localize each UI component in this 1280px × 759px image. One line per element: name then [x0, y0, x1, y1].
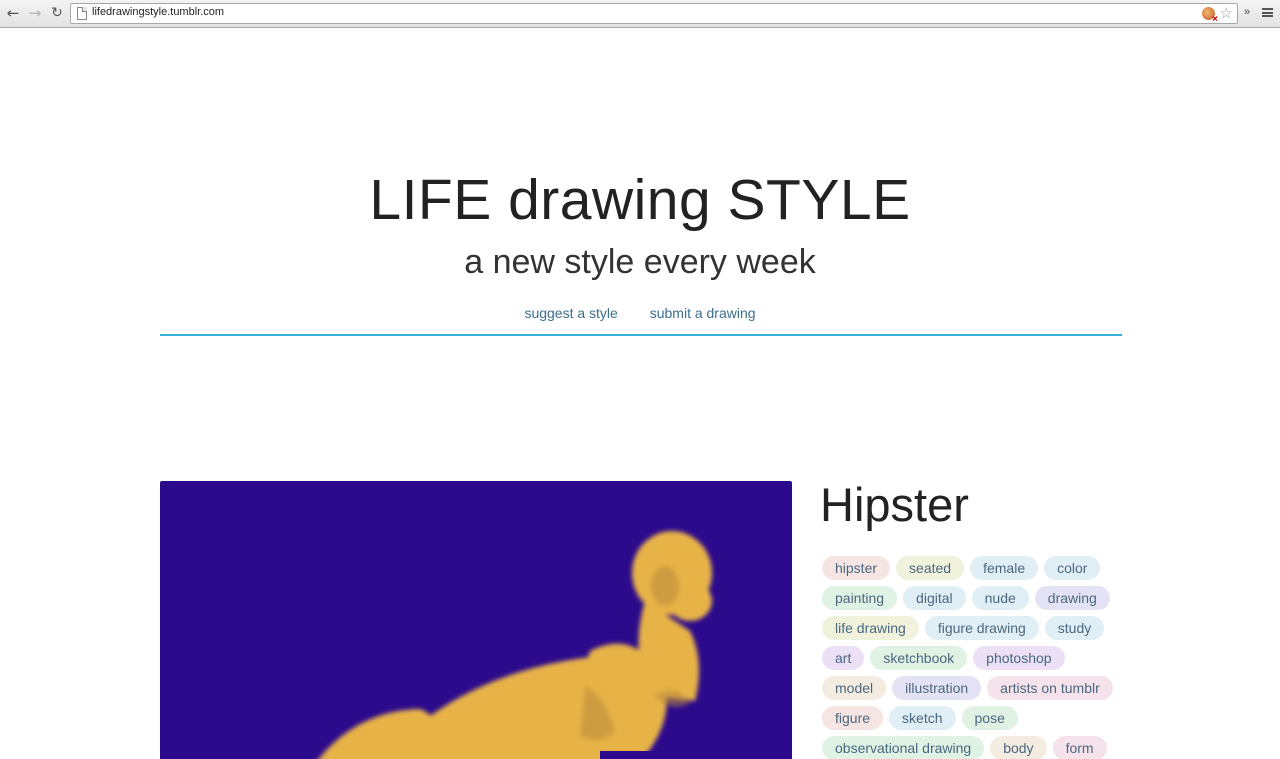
tag-illustration[interactable]: illustration	[892, 676, 982, 700]
site-subtitle: a new style every week	[464, 243, 816, 281]
tag-painting[interactable]: painting	[822, 586, 898, 610]
tag-artists-on-tumblr[interactable]: artists on tumblr	[987, 676, 1113, 700]
reload-icon[interactable]: ↻	[49, 5, 65, 21]
tag-row: painting digital nude drawing	[822, 586, 1122, 616]
tag-row: figure sketch pose	[822, 706, 1122, 736]
post-image[interactable]	[160, 481, 792, 759]
post-title[interactable]: Hipster	[820, 477, 969, 532]
tag-color[interactable]: color	[1044, 556, 1101, 580]
tag-row: life drawing figure drawing study	[822, 616, 1122, 646]
tag-row: hipster seated female color	[822, 556, 1122, 586]
tag-female[interactable]: female	[970, 556, 1039, 580]
tag-row: model illustration artists on tumblr	[822, 676, 1122, 706]
tag-sketch[interactable]: sketch	[889, 706, 956, 730]
page-content: LIFE drawing STYLE a new style every wee…	[0, 29, 1280, 759]
tag-row: observational drawing body form	[822, 736, 1122, 759]
tag-life-drawing[interactable]: life drawing	[822, 616, 919, 640]
tag-art[interactable]: art	[822, 646, 865, 670]
tag-photoshop[interactable]: photoshop	[973, 646, 1065, 670]
site-title[interactable]: LIFE drawing STYLE	[0, 167, 1280, 233]
back-arrow-icon[interactable]: ←	[5, 5, 21, 21]
submit-drawing-link[interactable]: submit a drawing	[650, 305, 756, 321]
extensions-overflow-icon[interactable]: »	[1244, 6, 1250, 18]
tag-body[interactable]: body	[990, 736, 1047, 759]
tag-pose[interactable]: pose	[961, 706, 1018, 730]
header-divider	[160, 334, 1122, 336]
tag-figure[interactable]: figure	[822, 706, 884, 730]
tag-figure-drawing[interactable]: figure drawing	[924, 616, 1039, 640]
tag-study[interactable]: study	[1044, 616, 1105, 640]
browser-toolbar: ← → ↻ lifedrawingstyle.tumblr.com ☆ »	[0, 0, 1280, 28]
bookmark-star-icon[interactable]: ☆	[1220, 4, 1233, 22]
tag-seated[interactable]: seated	[896, 556, 965, 580]
page-icon	[77, 7, 87, 20]
tag-list: hipster seated female color painting digital…	[822, 556, 1122, 759]
suggest-style-link[interactable]: suggest a style	[524, 305, 617, 321]
url-text[interactable]: lifedrawingstyle.tumblr.com	[92, 6, 224, 18]
tag-observational-drawing[interactable]: observational drawing	[822, 736, 985, 759]
tag-digital[interactable]: digital	[903, 586, 966, 610]
menu-icon[interactable]	[1262, 8, 1273, 17]
tag-nude[interactable]: nude	[971, 586, 1029, 610]
forward-arrow-icon[interactable]: →	[27, 5, 43, 21]
address-bar[interactable]: lifedrawingstyle.tumblr.com ☆	[70, 3, 1238, 25]
tag-row: art sketchbook photoshop	[822, 646, 1122, 676]
figure-painting	[318, 531, 712, 759]
tag-form[interactable]: form	[1052, 736, 1107, 759]
extension-icon[interactable]	[1202, 7, 1218, 25]
tag-model[interactable]: model	[822, 676, 887, 700]
tag-drawing[interactable]: drawing	[1034, 586, 1110, 610]
tag-sketchbook[interactable]: sketchbook	[870, 646, 968, 670]
top-nav: suggest a style submit a drawing	[0, 305, 1280, 321]
tag-hipster[interactable]: hipster	[822, 556, 891, 580]
